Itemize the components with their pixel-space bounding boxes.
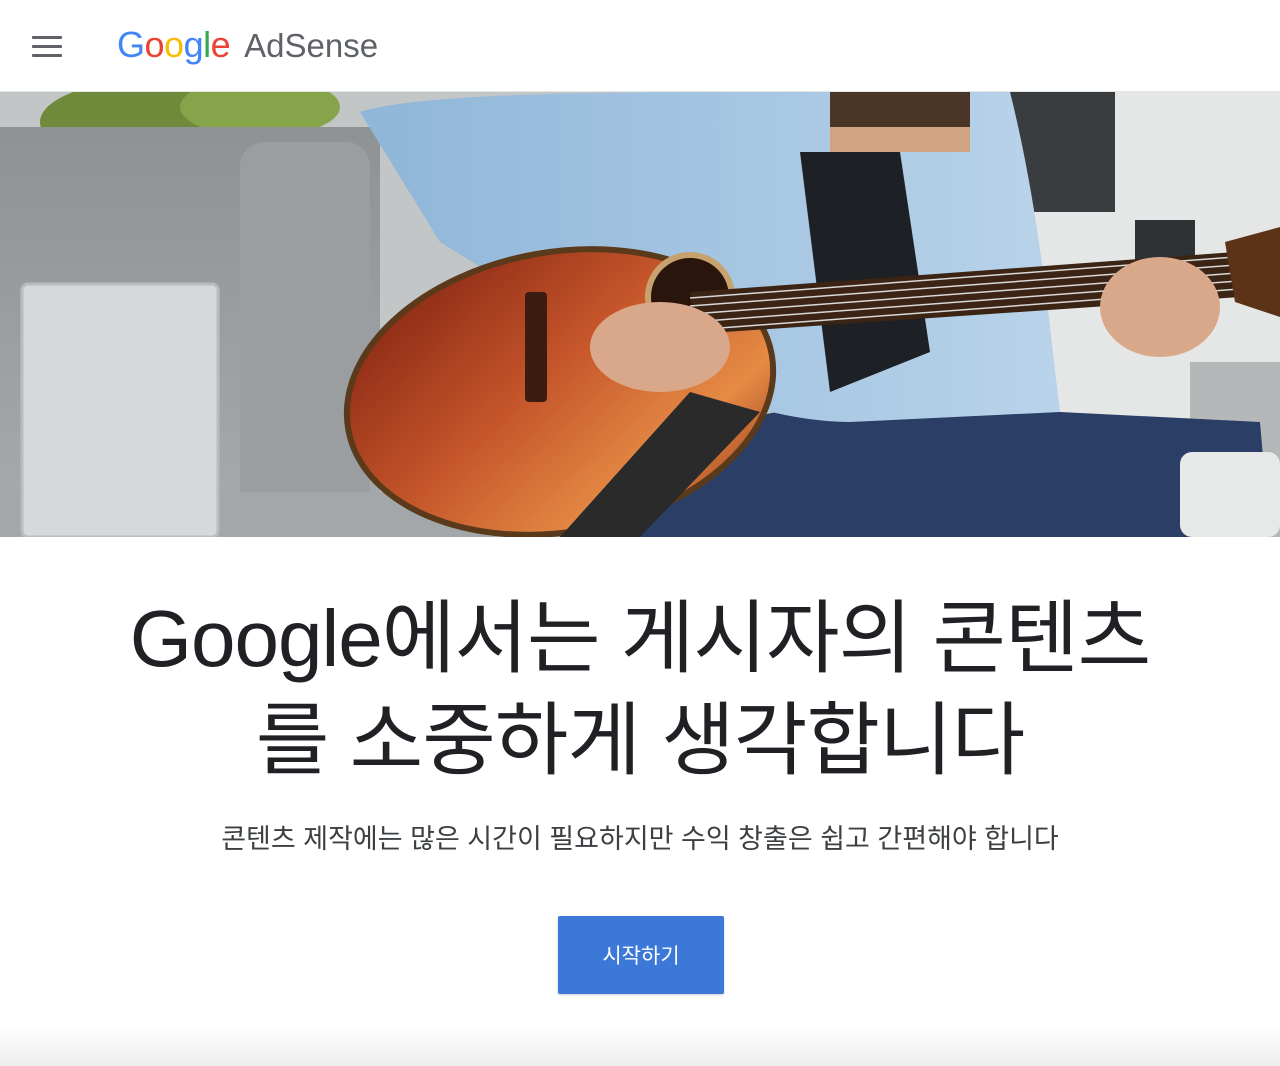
logo-letter: g	[183, 24, 204, 65]
logo-letter: e	[210, 24, 231, 65]
logo-letter: o	[164, 24, 184, 65]
subheadline: 콘텐츠 제작에는 많은 시간이 필요하지만 수익 창출은 쉽고 간편해야 합니다	[221, 824, 1059, 854]
hamburger-menu-icon[interactable]	[22, 26, 72, 66]
google-wordmark: Google	[117, 24, 231, 66]
logo-letter: o	[144, 24, 165, 65]
section-divider	[0, 1026, 1280, 1066]
google-adsense-logo[interactable]: Google AdSense	[117, 24, 378, 68]
product-name: AdSense	[244, 27, 379, 64]
main-headline: Google에서는 게시자의 콘텐츠 를 소중하게 생각합니다	[0, 588, 1280, 792]
guitar-player-illustration	[0, 92, 1280, 537]
headline-line-1: Google에서는 게시자의 콘텐츠	[129, 594, 1151, 683]
top-app-bar: Google AdSense	[0, 0, 1280, 92]
get-started-button[interactable]: 시작하기	[558, 916, 724, 994]
logo-letter: l	[203, 24, 211, 65]
headline-line-2: 를 소중하게 생각합니다	[255, 696, 1025, 785]
hero-image	[0, 92, 1280, 537]
logo-letter: G	[117, 24, 145, 65]
